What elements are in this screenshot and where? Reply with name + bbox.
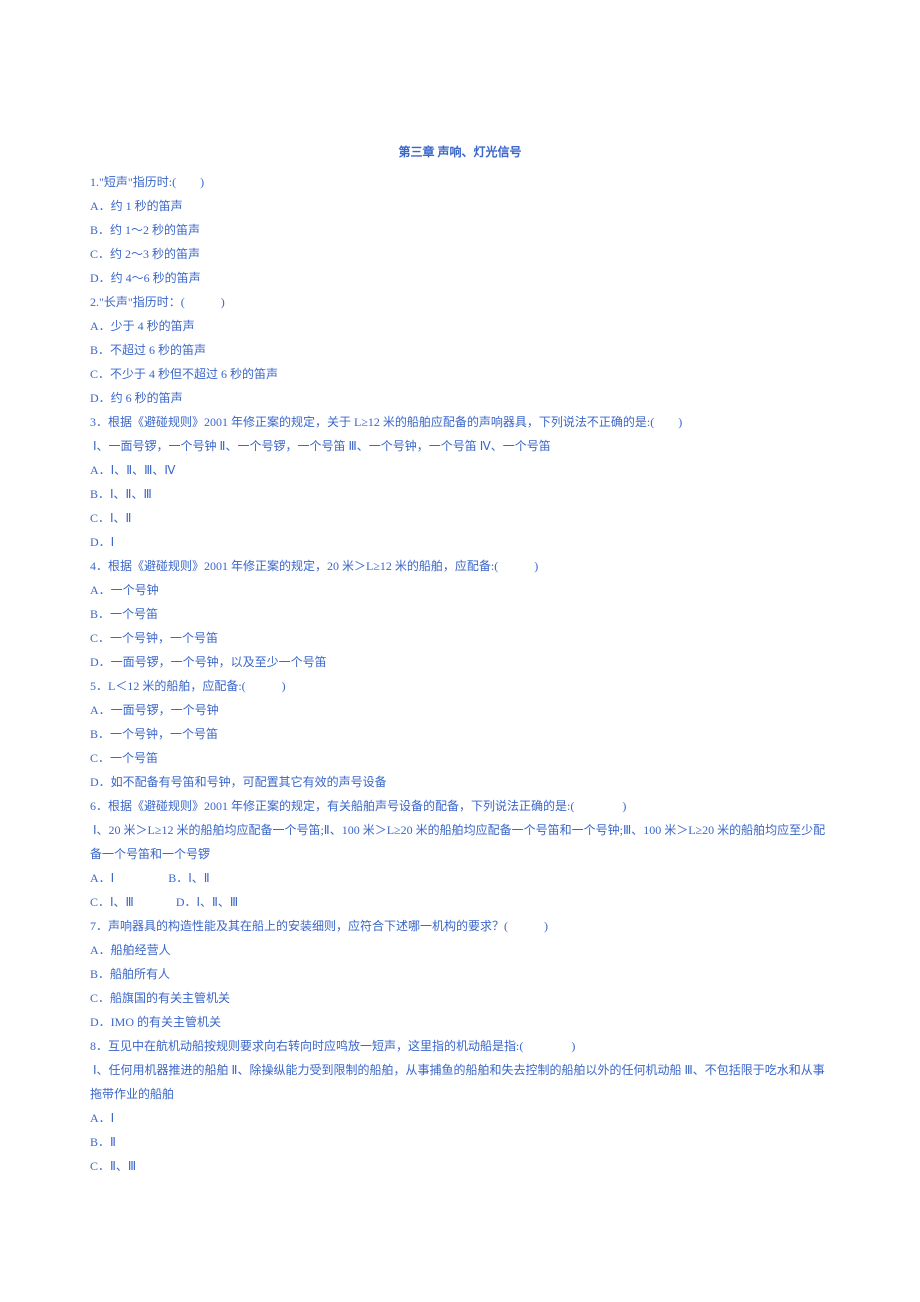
text-line: 5．L＜12 米的船舶，应配备:( ) bbox=[90, 674, 830, 698]
text-line: B．约 1～2 秒的笛声 bbox=[90, 218, 830, 242]
text-line: C．一个号笛 bbox=[90, 746, 830, 770]
text-line: A．一面号锣，一个号钟 bbox=[90, 698, 830, 722]
text-line: D．一面号锣，一个号钟，以及至少一个号笛 bbox=[90, 650, 830, 674]
text-line: 6．根据《避碰规则》2001 年修正案的规定，有关船舶声号设备的配备，下列说法正… bbox=[90, 794, 830, 818]
chapter-title: 第三章 声响、灯光信号 bbox=[90, 140, 830, 164]
text-line: D．IMO 的有关主管机关 bbox=[90, 1010, 830, 1034]
text-line: 1."短声"指历时:( ) bbox=[90, 170, 830, 194]
question-list: 1."短声"指历时:( )A．约 1 秒的笛声B．约 1～2 秒的笛声C．约 2… bbox=[90, 170, 830, 1178]
text-line: 7．声响器具的构造性能及其在船上的安装细则，应符合下述哪一机构的要求？( ) bbox=[90, 914, 830, 938]
text-line: C．约 2～3 秒的笛声 bbox=[90, 242, 830, 266]
text-line: Ⅰ、任何用机器推进的船舶 Ⅱ、除操纵能力受到限制的船舶，从事捕鱼的船舶和失去控制… bbox=[90, 1058, 830, 1106]
text-line: A．Ⅰ bbox=[90, 1106, 830, 1130]
text-line: A．Ⅰ、Ⅱ、Ⅲ、Ⅳ bbox=[90, 458, 830, 482]
text-line: C．一个号钟，一个号笛 bbox=[90, 626, 830, 650]
text-line: B．Ⅱ bbox=[90, 1130, 830, 1154]
text-line: D．约 4～6 秒的笛声 bbox=[90, 266, 830, 290]
text-line: B．一个号笛 bbox=[90, 602, 830, 626]
text-line: B．船舶所有人 bbox=[90, 962, 830, 986]
text-line: A．约 1 秒的笛声 bbox=[90, 194, 830, 218]
text-line: D．Ⅰ bbox=[90, 530, 830, 554]
text-line: C．不少于 4 秒但不超过 6 秒的笛声 bbox=[90, 362, 830, 386]
text-line: D．约 6 秒的笛声 bbox=[90, 386, 830, 410]
text-line: A．一个号钟 bbox=[90, 578, 830, 602]
text-line: 3．根据《避碰规则》2001 年修正案的规定，关于 L≥12 米的船舶应配备的声… bbox=[90, 410, 830, 434]
text-line: Ⅰ、一面号锣，一个号钟 Ⅱ、一个号锣，一个号笛 Ⅲ、一个号钟，一个号笛 Ⅳ、一个… bbox=[90, 434, 830, 458]
text-line: 8．互见中在航机动船按规则要求向右转向时应鸣放一短声，这里指的机动船是指:( ) bbox=[90, 1034, 830, 1058]
text-line: B．Ⅰ、Ⅱ、Ⅲ bbox=[90, 482, 830, 506]
text-line: A．船舶经营人 bbox=[90, 938, 830, 962]
text-line: B．一个号钟，一个号笛 bbox=[90, 722, 830, 746]
text-line: C．Ⅰ、Ⅲ D．Ⅰ、Ⅱ、Ⅲ bbox=[90, 890, 830, 914]
text-line: A．少于 4 秒的笛声 bbox=[90, 314, 830, 338]
text-line: 4．根据《避碰规则》2001 年修正案的规定，20 米＞L≥12 米的船舶，应配… bbox=[90, 554, 830, 578]
text-line: C．Ⅰ、Ⅱ bbox=[90, 506, 830, 530]
text-line: C．Ⅱ、Ⅲ bbox=[90, 1154, 830, 1178]
text-line: C．船旗国的有关主管机关 bbox=[90, 986, 830, 1010]
text-line: Ⅰ、20 米＞L≥12 米的船舶均应配备一个号笛;Ⅱ、100 米＞L≥20 米的… bbox=[90, 818, 830, 866]
text-line: B．不超过 6 秒的笛声 bbox=[90, 338, 830, 362]
text-line: 2."长声"指历时：( ) bbox=[90, 290, 830, 314]
text-line: D．如不配备有号笛和号钟，可配置其它有效的声号设备 bbox=[90, 770, 830, 794]
text-line: A．Ⅰ B．Ⅰ、Ⅱ bbox=[90, 866, 830, 890]
